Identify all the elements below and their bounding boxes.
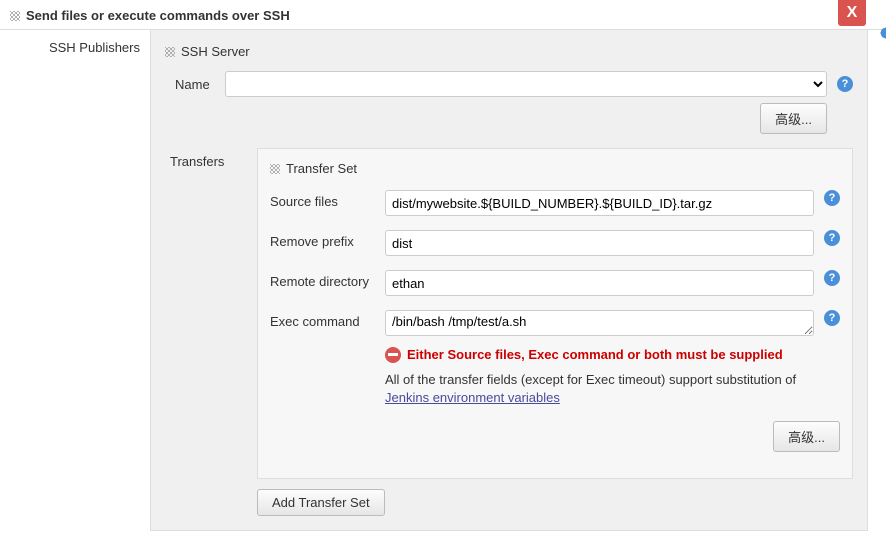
transfer-note: All of the transfer fields (except for E… [385, 371, 814, 407]
remove-prefix-label: Remove prefix [270, 230, 385, 249]
remote-directory-label: Remote directory [270, 270, 385, 289]
help-icon[interactable] [878, 26, 886, 40]
ssh-advanced-button[interactable]: 高级... [760, 103, 827, 134]
help-icon[interactable]: ? [824, 270, 840, 286]
header-title: Send files or execute commands over SSH [26, 8, 290, 23]
help-icon[interactable]: ? [824, 190, 840, 206]
help-icon[interactable]: ? [824, 310, 840, 326]
help-icon[interactable]: ? [837, 76, 853, 92]
close-button[interactable]: X [838, 0, 866, 26]
error-text: Either Source files, Exec command or bot… [407, 347, 814, 362]
drag-handle-icon[interactable] [165, 47, 175, 57]
drag-handle-icon[interactable] [10, 11, 20, 21]
ssh-publishers-label: SSH Publishers [0, 30, 150, 531]
remote-directory-input[interactable] [385, 270, 814, 296]
section-header: Send files or execute commands over SSH [0, 0, 886, 30]
transfers-panel: Transfer Set Source files ? Remove prefi… [257, 148, 853, 479]
source-files-label: Source files [270, 190, 385, 209]
drag-handle-icon[interactable] [270, 164, 280, 174]
source-files-input[interactable] [385, 190, 814, 216]
help-icon[interactable]: ? [824, 230, 840, 246]
transfer-set-label: Transfer Set [286, 161, 357, 176]
transfers-label: Transfers [165, 148, 257, 479]
ssh-name-select[interactable] [225, 71, 827, 97]
ssh-name-label: Name [165, 77, 225, 92]
exec-command-input[interactable]: /bin/bash /tmp/test/a.sh [385, 310, 814, 336]
error-icon [385, 347, 401, 363]
add-transfer-set-button[interactable]: Add Transfer Set [257, 489, 385, 516]
jenkins-env-vars-link[interactable]: Jenkins environment variables [385, 390, 560, 405]
ssh-server-section-label: SSH Server [181, 44, 250, 59]
ssh-publishers-panel: SSH Server Name ? 高级... Transfers Transf… [150, 30, 868, 531]
remove-prefix-input[interactable] [385, 230, 814, 256]
transfer-advanced-button[interactable]: 高级... [773, 421, 840, 452]
exec-command-label: Exec command [270, 310, 385, 329]
